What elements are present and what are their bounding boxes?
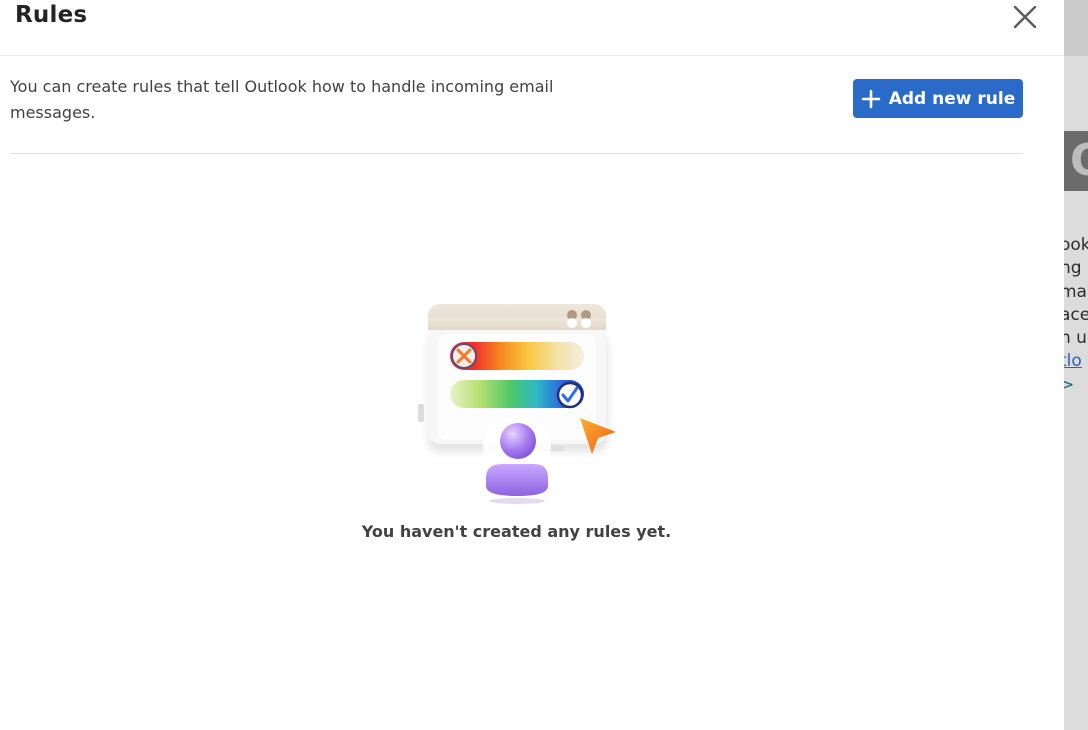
plus-icon [861,89,881,108]
dialog-description: You can create rules that tell Outlook h… [10,77,554,122]
add-new-rule-label: Add new rule [888,88,1016,109]
rules-dialog: Rules You can create rules that tell Out… [0,0,1064,730]
dialog-title: Rules [15,2,88,28]
screen: O ook ng ma ace n u tlo > Rules You can … [0,0,1088,730]
add-new-rule-button[interactable]: Add new rule [853,79,1023,118]
empty-state-text: You haven't created any rules yet. [361,522,672,541]
rules-empty-illustration [418,304,616,504]
dialog-header: Rules [0,0,1064,56]
close-icon [1013,5,1037,29]
background-overlay [1064,0,1088,730]
close-button[interactable] [1008,0,1042,34]
divider [10,153,1023,154]
